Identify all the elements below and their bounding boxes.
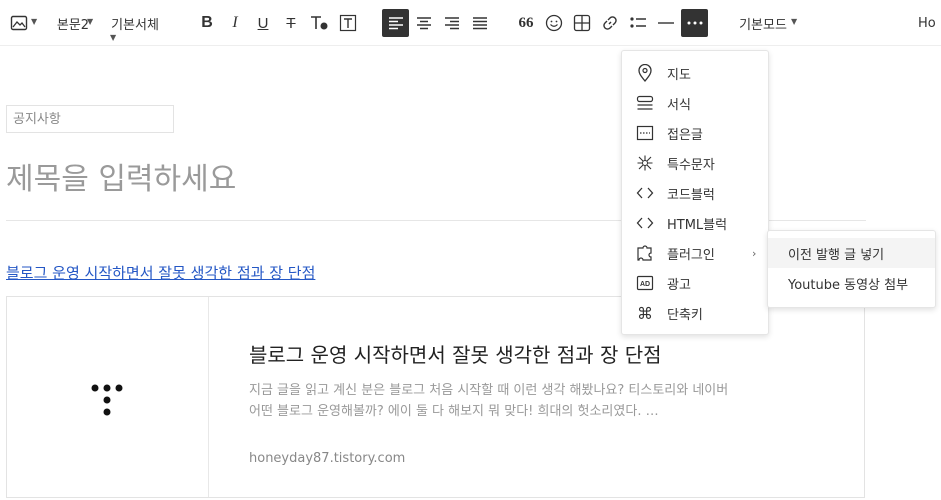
link-button[interactable] [599, 9, 621, 37]
more-dots-icon [687, 21, 702, 25]
smiley-icon [545, 14, 563, 32]
menu-item-label: HTML블럭 [667, 217, 728, 233]
align-justify-button[interactable] [467, 9, 492, 37]
plugin-icon [636, 244, 654, 262]
more-menu: 지도 서식 접은글 특수문자 코드블럭 HTML블럭 플러그인 › AD 광고 … [621, 50, 769, 335]
bold-button[interactable]: B [196, 9, 218, 37]
text-background-button[interactable] [337, 9, 359, 37]
chevron-down-icon: ▼ [31, 17, 38, 26]
menu-item-map[interactable]: 지도 [622, 58, 768, 88]
category-placeholder: 공지사항 [13, 112, 61, 127]
align-center-button[interactable] [411, 9, 436, 37]
fold-icon [636, 124, 654, 142]
align-center-icon [416, 17, 431, 30]
mode-label: 기본모드 [739, 17, 787, 33]
map-pin-icon [636, 64, 654, 82]
menu-item-plugin[interactable]: 플러그인 › [622, 238, 768, 268]
submenu-item-youtube[interactable]: Youtube 동영상 첨부 [768, 268, 935, 298]
chevron-down-icon: ▼ [87, 17, 94, 26]
menu-item-label: 접은글 [667, 127, 703, 143]
title-placeholder: 제목을 입력하세요 [6, 162, 237, 197]
italic-icon: I [232, 14, 238, 31]
emoticon-button[interactable] [543, 9, 565, 37]
mode-dropdown[interactable]: 기본모드 [735, 9, 791, 37]
table-icon [573, 14, 591, 32]
menu-item-label: 서식 [667, 97, 691, 113]
font-family-label: 기본서체 [111, 17, 159, 33]
menu-item-shortcut[interactable]: ⌘ 단축키 [622, 298, 768, 328]
menu-item-label: 코드블럭 [667, 187, 715, 203]
align-right-icon [444, 17, 459, 30]
menu-item-code-block[interactable]: 코드블럭 [622, 178, 768, 208]
menu-item-ad[interactable]: AD 광고 [622, 268, 768, 298]
submenu-item-previous-post[interactable]: 이전 발행 글 넣기 [768, 238, 935, 268]
strikethrough-button[interactable]: T [280, 9, 302, 37]
body-link[interactable]: 블로그 운영 시작하면서 잘못 생각한 점과 장 단점 [6, 262, 315, 283]
align-left-icon [388, 17, 403, 30]
quote-button[interactable]: 66 [514, 9, 538, 37]
more-button[interactable] [681, 9, 708, 37]
menu-item-label: 특수문자 [667, 157, 715, 173]
submenu-item-label: 이전 발행 글 넣기 [788, 247, 885, 263]
chevron-down-icon: ▼ [791, 17, 798, 26]
text-background-icon [339, 14, 357, 32]
submenu-item-label: Youtube 동영상 첨부 [788, 277, 909, 293]
horizontal-line-button[interactable] [655, 9, 677, 37]
align-left-button[interactable] [382, 9, 409, 37]
quote-icon: 66 [518, 14, 534, 31]
paragraph-style-label: 본문2 [56, 17, 90, 33]
card-thumbnail [7, 297, 209, 497]
menu-item-html-block[interactable]: HTML블럭 [622, 208, 768, 238]
ad-icon: AD [636, 274, 654, 292]
category-selector[interactable]: 공지사항 [6, 105, 174, 133]
special-char-icon [636, 154, 654, 172]
menu-item-template[interactable]: 서식 [622, 88, 768, 118]
text-color-button[interactable] [307, 9, 331, 37]
menu-item-fold[interactable]: 접은글 [622, 118, 768, 148]
underline-button[interactable]: U [252, 9, 274, 37]
menu-item-label: 지도 [667, 67, 691, 83]
menu-item-label: 단축키 [667, 307, 703, 323]
text-color-icon [311, 16, 328, 30]
title-input[interactable]: 제목을 입력하세요 [6, 154, 236, 198]
link-icon [603, 16, 617, 30]
underline-icon: U [257, 14, 269, 32]
home-link[interactable]: Ho [918, 9, 941, 37]
image-icon [10, 15, 28, 31]
chevron-down-icon: ▼ [110, 33, 117, 42]
editor-toolbar: ▼ 본문2 ▼ 기본서체 ▼ B I U T 66 기본모드 ▼ Ho [0, 0, 941, 46]
card-title: 블로그 운영 시작하면서 잘못 생각한 점과 장 단점 [249, 343, 662, 367]
card-description: 지금 글을 읽고 계신 분은 블로그 처음 시작할 때 이런 생각 해봤나요? … [249, 383, 729, 419]
align-right-button[interactable] [439, 9, 464, 37]
menu-item-label: 광고 [667, 277, 691, 293]
image-insert-button[interactable] [8, 9, 30, 37]
table-button[interactable] [571, 9, 593, 37]
html-icon [636, 214, 654, 232]
card-url: honeyday87.tistory.com [249, 451, 406, 466]
horizontal-line-icon [658, 22, 674, 24]
bold-icon: B [201, 14, 213, 31]
menu-item-special-char[interactable]: 특수문자 [622, 148, 768, 178]
template-icon [636, 94, 654, 112]
tistory-logo-icon [91, 384, 123, 416]
bullet-list-icon [630, 17, 646, 28]
menu-item-label: 플러그인 [667, 247, 715, 263]
home-link-label: Ho [918, 15, 936, 31]
italic-button[interactable]: I [224, 9, 246, 37]
code-icon [636, 184, 654, 202]
bullet-list-button[interactable] [627, 9, 649, 37]
strikethrough-icon: T [286, 14, 296, 32]
svg-text:AD: AD [640, 281, 650, 288]
plugin-submenu: 이전 발행 글 넣기 Youtube 동영상 첨부 [767, 230, 936, 308]
command-icon: ⌘ [637, 303, 653, 323]
chevron-right-icon: › [752, 246, 757, 260]
align-justify-icon [472, 17, 487, 30]
